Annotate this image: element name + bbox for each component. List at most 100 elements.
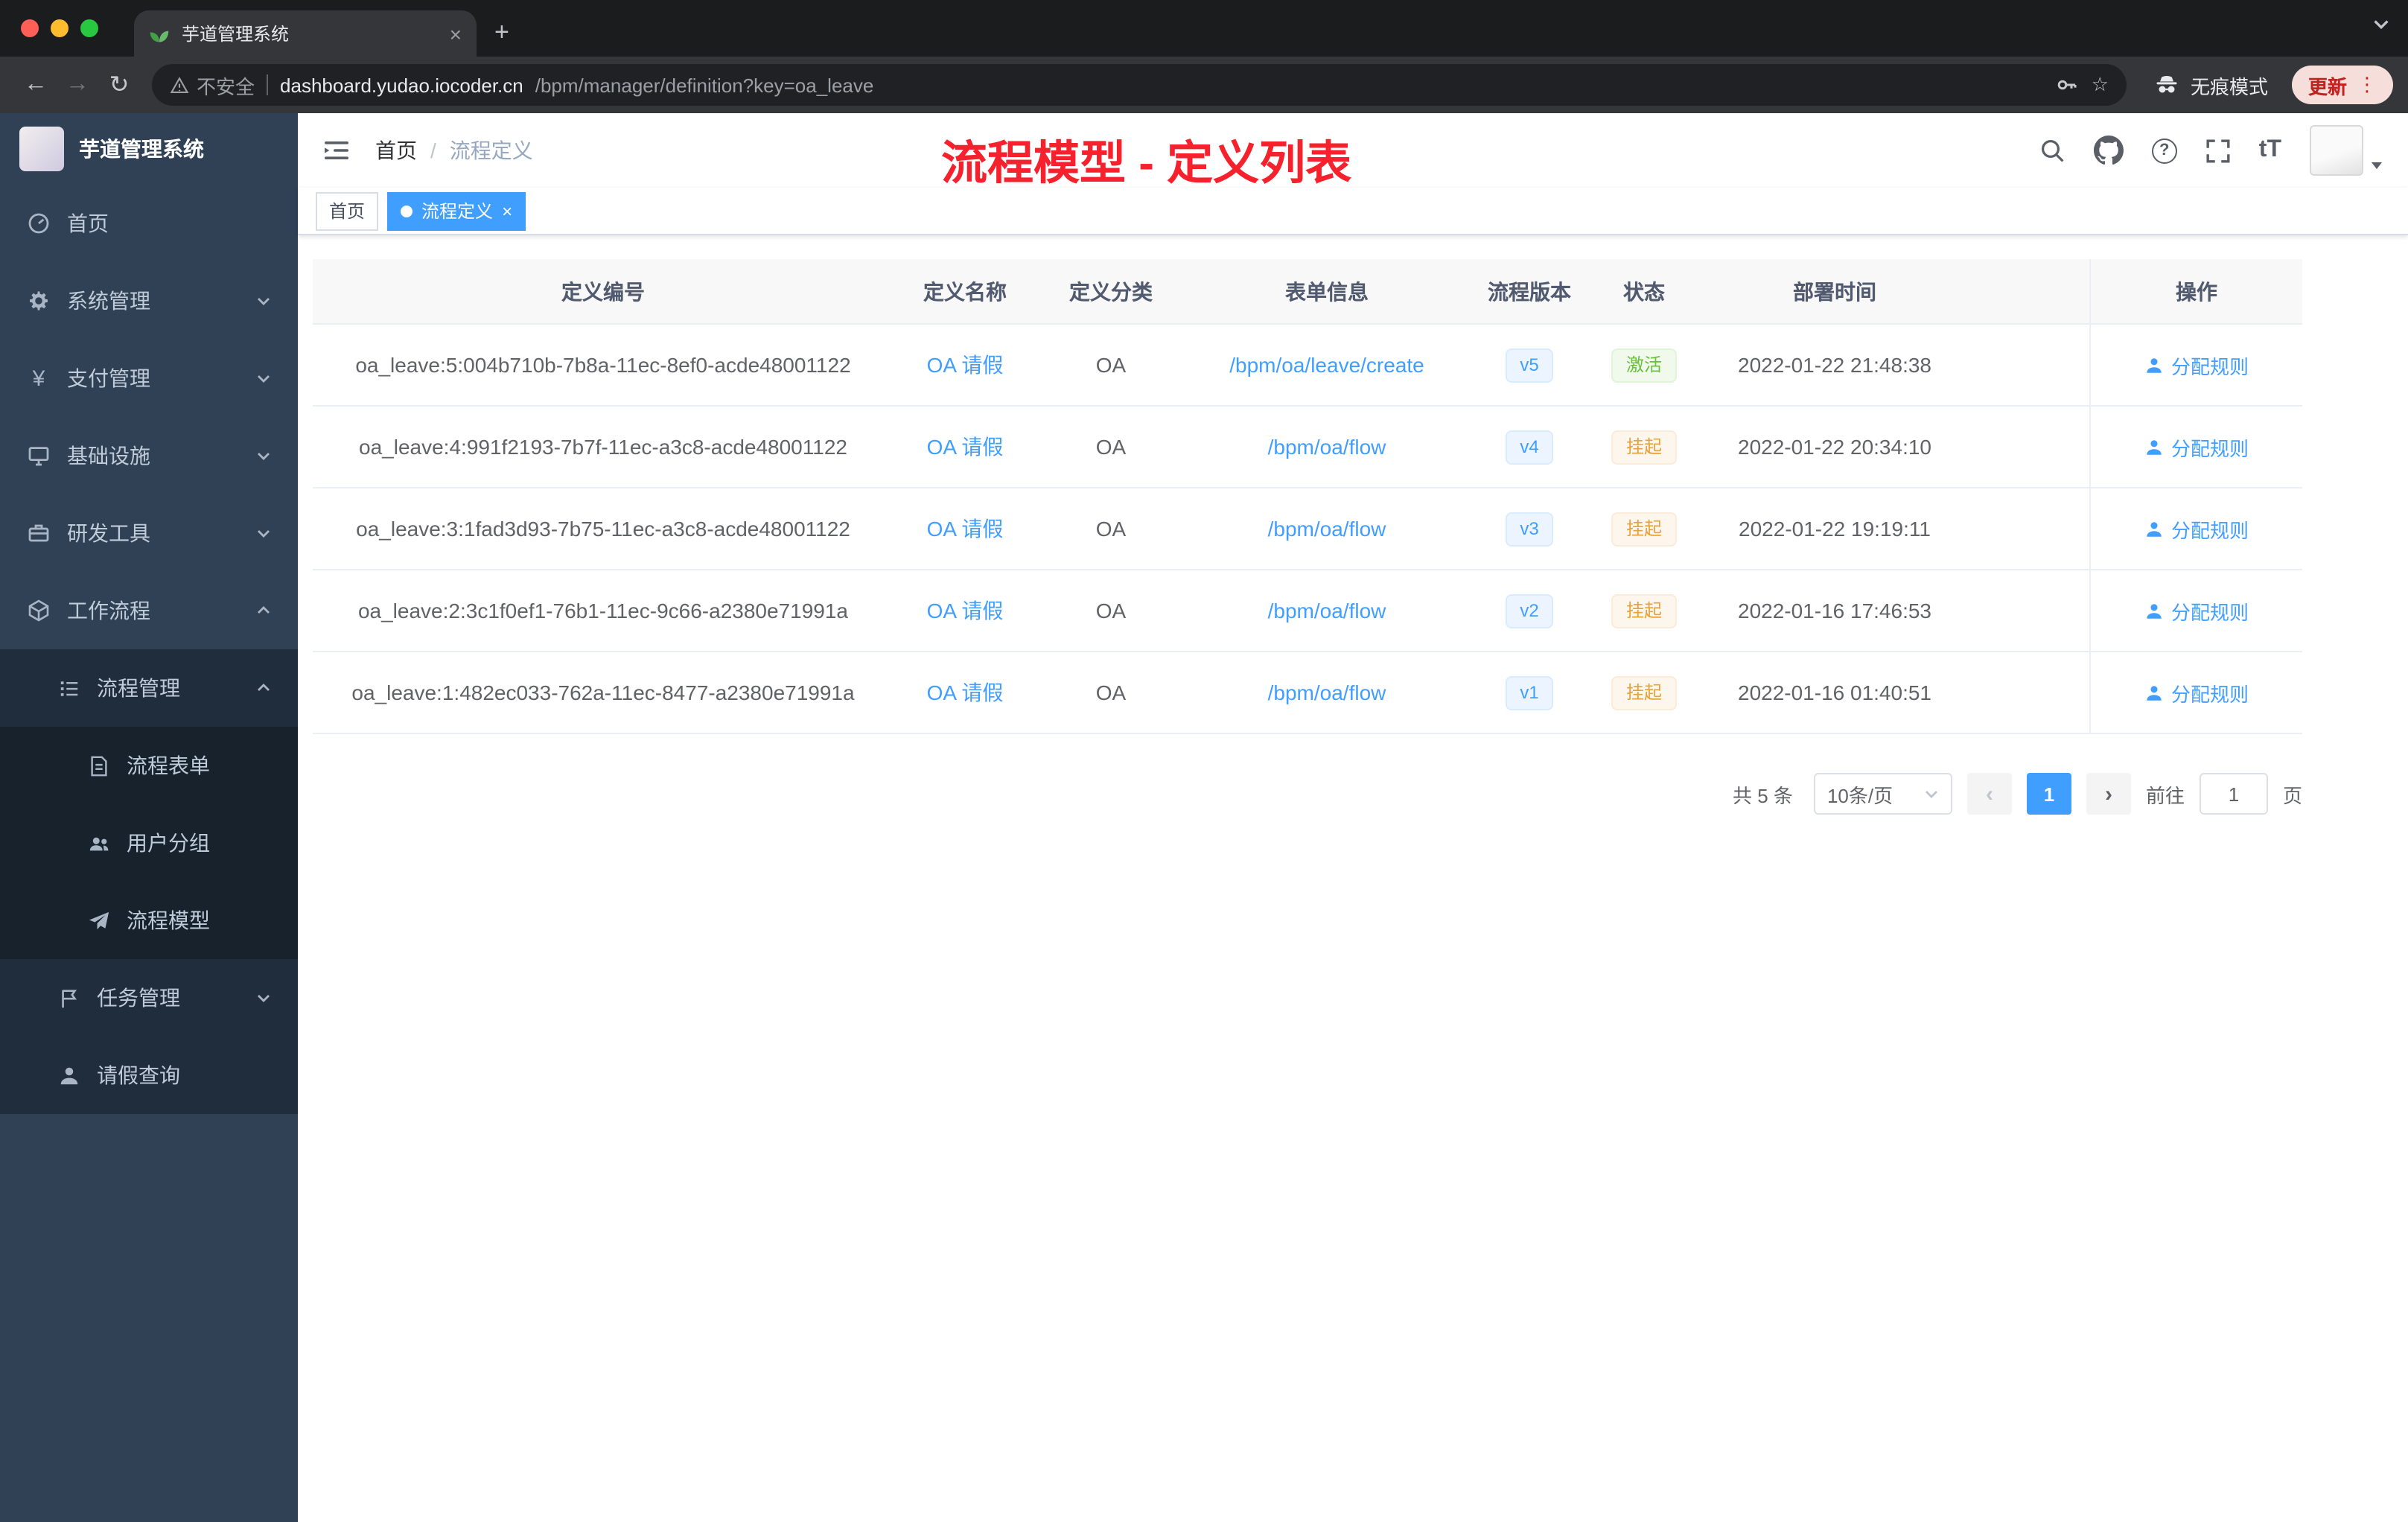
col-header-category: 定义分类 [1069, 279, 1153, 303]
red-annotation-text: 流程模型 - 定义列表 [941, 137, 1352, 189]
name-link[interactable]: OA 请假 [927, 596, 1004, 625]
tag-close-icon[interactable]: × [502, 200, 512, 221]
name-link[interactable]: OA 请假 [927, 514, 1004, 544]
name-link[interactable]: OA 请假 [927, 432, 1004, 462]
person-icon [2147, 439, 2162, 454]
name-link[interactable]: OA 请假 [927, 678, 1004, 707]
assign-rule-link[interactable]: 分配规则 [2144, 433, 2249, 461]
sidebar-item-home[interactable]: 首页 [0, 185, 298, 262]
status-badge: 挂起 [1611, 675, 1677, 710]
search-icon[interactable] [2039, 137, 2065, 164]
cube-icon [27, 599, 51, 623]
address-bar[interactable]: 不安全 dashboard.yudao.iocoder.cn/bpm/manag… [152, 64, 2127, 106]
maximize-window-button[interactable] [80, 19, 98, 37]
version-tag: v5 [1505, 348, 1554, 382]
sidebar-logo[interactable]: 芋道管理系统 [0, 113, 298, 185]
document-icon [86, 754, 110, 777]
active-dot [401, 205, 413, 217]
cell-id: oa_leave:2:3c1f0ef1-76b1-11ec-9c66-a2380… [357, 599, 848, 623]
chevron-down-icon [256, 371, 271, 386]
browser-menu-icon[interactable]: ⋮ [2357, 73, 2377, 97]
form-link[interactable]: /bpm/oa/leave/create [1229, 353, 1424, 377]
window-controls [0, 0, 119, 57]
version-tag: v2 [1505, 593, 1554, 628]
tag-home[interactable]: 首页 [316, 191, 379, 230]
form-link[interactable]: /bpm/oa/flow [1268, 681, 1386, 704]
divider [267, 74, 269, 95]
tag-process-definition[interactable]: 流程定义 × [387, 191, 526, 230]
col-header-name: 定义名称 [923, 279, 1007, 303]
assign-rule-link[interactable]: 分配规则 [2144, 678, 2249, 707]
font-size-icon[interactable]: tT [2259, 137, 2281, 164]
minimize-window-button[interactable] [51, 19, 69, 37]
page-unit-label: 页 [2282, 784, 2302, 806]
breadcrumb-home[interactable]: 首页 [375, 136, 417, 165]
new-tab-button[interactable]: + [494, 18, 509, 48]
sidebar-item-process-form[interactable]: 流程表单 [0, 727, 298, 804]
chrome-update-button[interactable]: 更新 ⋮ [2291, 66, 2393, 104]
toolbox-icon [27, 521, 51, 545]
paper-plane-icon [86, 908, 110, 932]
back-button[interactable]: ← [15, 71, 57, 98]
reload-button[interactable]: ↻ [98, 70, 140, 100]
close-window-button[interactable] [21, 19, 39, 37]
sidebar-item-leave-query[interactable]: 请假查询 [0, 1037, 298, 1114]
sidebar-item-process-model[interactable]: 流程模型 [0, 882, 298, 959]
favicon [149, 23, 170, 44]
cell-category: OA [1095, 353, 1127, 377]
next-page-button[interactable]: › [2086, 773, 2131, 815]
cell-time: 2022-01-16 17:46:53 [1738, 599, 1931, 623]
password-key-icon[interactable] [2056, 73, 2080, 97]
definition-table: 定义编号 定义名称 定义分类 表单信息 流程版本 状态 部署时间 操作 oa_l… [313, 259, 2302, 734]
goto-page-input[interactable] [2199, 773, 2268, 815]
bookmark-star-icon[interactable]: ☆ [2092, 73, 2109, 97]
flag-icon [57, 986, 80, 1010]
sidebar-item-infra[interactable]: 基础设施 [0, 417, 298, 494]
assign-rule-link[interactable]: 分配规则 [2144, 351, 2249, 379]
top-navbar: 首页 / 流程定义 流程模型 - 定义列表 ? tT [298, 113, 2408, 189]
assign-rule-link[interactable]: 分配规则 [2144, 515, 2249, 543]
chevron-up-icon [256, 681, 271, 695]
col-header-action: 操作 [2089, 259, 2302, 323]
breadcrumb: 首页 / 流程定义 [375, 136, 533, 165]
avatar-image [2310, 125, 2363, 176]
github-icon[interactable] [2093, 136, 2124, 165]
form-link[interactable]: /bpm/oa/flow [1268, 599, 1386, 623]
col-header-status: 状态 [1623, 279, 1665, 303]
sidebar-item-payment[interactable]: ¥ 支付管理 [0, 340, 298, 417]
sidebar-item-system[interactable]: 系统管理 [0, 262, 298, 340]
table-header-row: 定义编号 定义名称 定义分类 表单信息 流程版本 状态 部署时间 操作 [313, 259, 2302, 325]
hamburger-icon[interactable] [322, 136, 351, 165]
chevron-down-icon [1924, 786, 1939, 801]
sidebar-item-devtools[interactable]: 研发工具 [0, 494, 298, 572]
form-link[interactable]: /bpm/oa/flow [1268, 435, 1386, 459]
user-avatar[interactable] [2310, 125, 2384, 176]
tab-close-icon[interactable]: × [450, 23, 462, 44]
help-icon[interactable]: ? [2151, 138, 2177, 163]
user-group-icon [86, 831, 110, 855]
sidebar-item-task-management[interactable]: 任务管理 [0, 959, 298, 1037]
fullscreen-icon[interactable] [2205, 138, 2231, 163]
form-link[interactable]: /bpm/oa/flow [1268, 517, 1386, 541]
version-tag: v3 [1505, 512, 1554, 546]
page-size-select[interactable]: 10条/页 [1813, 773, 1952, 815]
assign-rule-link[interactable]: 分配规则 [2144, 596, 2249, 625]
chevron-up-icon [256, 603, 271, 618]
browser-tab[interactable]: 芋道管理系统 × [134, 10, 477, 57]
name-link[interactable]: OA 请假 [927, 350, 1004, 380]
sidebar-item-user-group[interactable]: 用户分组 [0, 804, 298, 882]
status-badge: 挂起 [1611, 593, 1677, 628]
page-number-active[interactable]: 1 [2026, 773, 2071, 815]
col-header-id: 定义编号 [561, 279, 645, 303]
prev-page-button[interactable]: ‹ [1966, 773, 2012, 815]
browser-toolbar: ← → ↻ 不安全 dashboard.yudao.iocoder.cn/bpm… [0, 57, 2408, 113]
breadcrumb-current: 流程定义 [449, 138, 533, 162]
sidebar-item-workflow[interactable]: 工作流程 [0, 572, 298, 649]
cell-time: 2022-01-22 21:48:38 [1738, 353, 1931, 377]
tab-search-chevron-icon[interactable] [2372, 15, 2390, 33]
security-warning[interactable]: 不安全 [170, 71, 255, 99]
status-badge: 挂起 [1611, 512, 1677, 546]
page-content: 定义编号 定义名称 定义分类 表单信息 流程版本 状态 部署时间 操作 oa_l… [298, 235, 2408, 1522]
sidebar-item-process-management[interactable]: 流程管理 [0, 649, 298, 727]
forward-button[interactable]: → [57, 71, 98, 98]
